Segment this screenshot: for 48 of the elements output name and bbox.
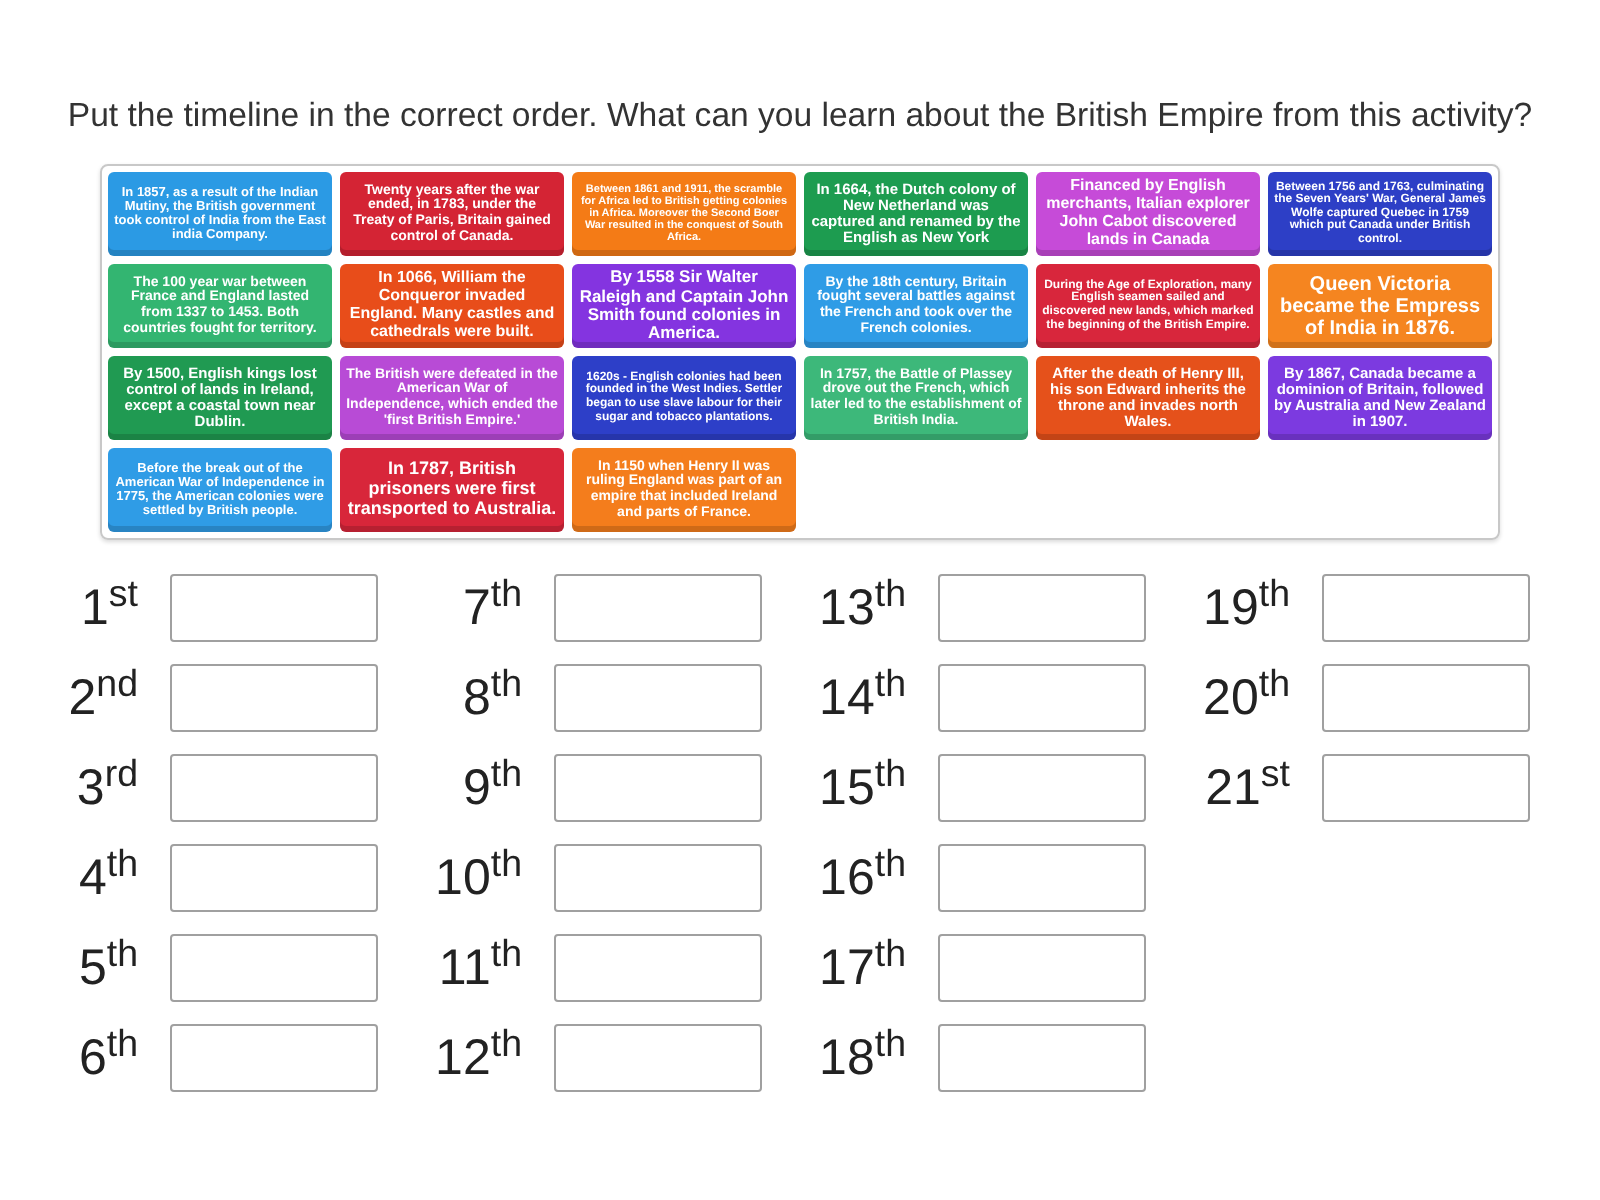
ordinal-label: 12$^{th}$ (435, 1024, 522, 1090)
event-card[interactable]: In 1066, William the Conqueror invaded England. Many castles and cathedrals were built. (340, 264, 564, 348)
answer-box[interactable] (170, 664, 378, 732)
answer-box[interactable] (170, 754, 378, 822)
answer-box[interactable] (170, 1024, 378, 1092)
answer-box[interactable] (554, 844, 762, 912)
answer-box[interactable] (938, 574, 1146, 642)
ordinal-label: 4$^{th}$ (78, 844, 138, 910)
instruction-text: Put the timeline in the correct order. What can you learn about the British Empire from this activity? (67, 94, 1533, 138)
ordinal-label: 17$^{th}$ (819, 934, 906, 1000)
answer-box[interactable] (938, 934, 1146, 1002)
answer-box[interactable] (170, 934, 378, 1002)
ordinal-label: 16$^{th}$ (819, 844, 906, 910)
ordinal-label: 2$^{nd}$ (68, 664, 138, 730)
answer-box[interactable] (938, 664, 1146, 732)
answer-box[interactable] (1322, 754, 1530, 822)
answer-box[interactable] (938, 844, 1146, 912)
ordinal-label: 3$^{rd}$ (76, 754, 138, 820)
ordinal-label: 13$^{th}$ (819, 574, 906, 640)
answer-box[interactable] (170, 844, 378, 912)
ordinal-label: 6$^{th}$ (78, 1024, 138, 1090)
ordinal-label: 5$^{th}$ (78, 934, 138, 1000)
ordinal-label: 14$^{th}$ (819, 664, 906, 730)
ordinal-label: 9$^{th}$ (462, 754, 522, 820)
ordinal-label: 18$^{th}$ (819, 1024, 906, 1090)
event-card[interactable]: Financed by English merchants, Italian explorer John Cabot discovered lands in Canada (1036, 172, 1260, 256)
ordinal-label: 1$^{st}$ (81, 574, 138, 640)
answer-box[interactable] (554, 574, 762, 642)
ordinal-label: 20$^{th}$ (1203, 664, 1290, 730)
ordinal-label: 15$^{th}$ (819, 754, 906, 820)
ordinal-label: 10$^{th}$ (435, 844, 522, 910)
answer-box[interactable] (554, 934, 762, 1002)
answer-box[interactable] (1322, 574, 1530, 642)
answer-box[interactable] (938, 1024, 1146, 1092)
ordinal-label: 7$^{th}$ (462, 574, 522, 640)
answer-box[interactable] (554, 664, 762, 732)
ordinal-label: 11$^{th}$ (438, 934, 522, 1000)
answer-box[interactable] (938, 754, 1146, 822)
event-card[interactable]: In 1787, British prisoners were first transported to Australia. (340, 448, 564, 532)
ordinal-label: 8$^{th}$ (462, 664, 522, 730)
answer-box[interactable] (554, 1024, 762, 1092)
answer-box[interactable] (1322, 664, 1530, 732)
ordinal-label: 21$^{st}$ (1205, 754, 1290, 820)
answer-box[interactable] (170, 574, 378, 642)
event-card[interactable]: By 1558 Sir Walter Raleigh and Captain John Smith found colonies in America. (572, 264, 796, 348)
answer-box[interactable] (554, 754, 762, 822)
event-card[interactable]: Queen Victoria became the Empress of India in 1876. (1268, 264, 1492, 348)
ordinal-label: 19$^{th}$ (1203, 574, 1290, 640)
